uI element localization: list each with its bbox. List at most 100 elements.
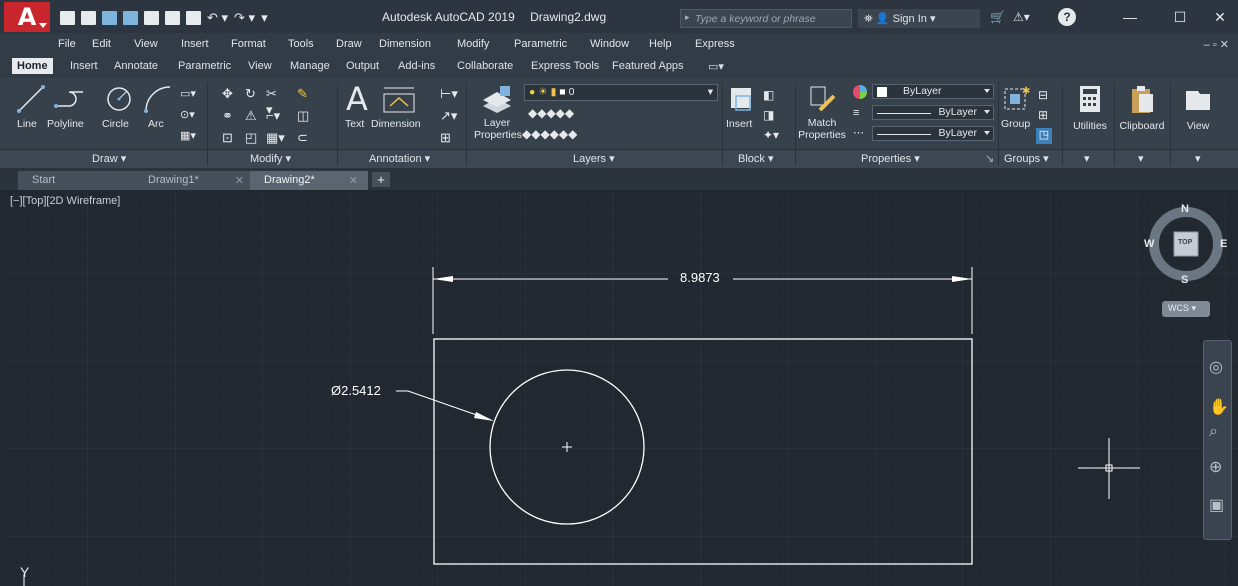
line-button[interactable]: Line bbox=[17, 118, 37, 130]
diameter-dimension[interactable] bbox=[396, 390, 494, 421]
rectangle-entity[interactable] bbox=[433, 338, 973, 565]
move-icon[interactable]: ✥ bbox=[222, 86, 235, 101]
search-input[interactable]: Type a keyword or phrase bbox=[680, 9, 852, 28]
close-icon[interactable]: ✕ bbox=[235, 174, 244, 187]
cart-icon[interactable]: 🛒 bbox=[990, 10, 1005, 24]
diameter-text[interactable]: Ø2.5412 bbox=[331, 383, 381, 398]
triangle-network-icon[interactable]: ⚠▾ bbox=[1013, 10, 1030, 24]
tab-annotate[interactable]: Annotate bbox=[114, 60, 158, 72]
new-file-icon[interactable] bbox=[60, 11, 75, 25]
layers-panel-title[interactable]: Layers ▾ bbox=[573, 152, 615, 165]
minimize-button[interactable]: — bbox=[1116, 6, 1144, 28]
viewcube-top-face[interactable]: TOP bbox=[1178, 239, 1192, 246]
offset-icon[interactable]: ⊂ bbox=[297, 130, 310, 145]
compass-east[interactable]: E bbox=[1220, 238, 1227, 250]
color-dropdown[interactable]: ByLayer bbox=[872, 84, 994, 99]
showmotion-icon[interactable]: ▣ bbox=[1209, 495, 1224, 515]
tab-parametric[interactable]: Parametric bbox=[178, 60, 231, 72]
drawing-canvas[interactable]: 8.9873 Ø2.5412 Y N S E W TOP WCS ▾ bbox=[4, 192, 1238, 586]
tab-home[interactable]: Home bbox=[12, 58, 53, 74]
arc-button[interactable]: Arc bbox=[148, 118, 164, 130]
menu-tools[interactable]: Tools bbox=[288, 38, 314, 50]
annotation-panel-title[interactable]: Annotation ▾ bbox=[369, 152, 430, 165]
trim-icon[interactable]: ✂▾ bbox=[266, 86, 279, 117]
mirror-icon[interactable]: ⚠ bbox=[245, 108, 258, 123]
lineweight-icon[interactable]: ≡ bbox=[853, 107, 866, 120]
color-wheel-icon[interactable] bbox=[852, 84, 868, 100]
menu-view[interactable]: View bbox=[134, 38, 158, 50]
compass-west[interactable]: W bbox=[1144, 238, 1154, 250]
polyline-button[interactable]: Polyline bbox=[47, 118, 84, 130]
match-properties-button[interactable]: Match Properties bbox=[797, 117, 847, 141]
text-button[interactable]: Text bbox=[345, 118, 364, 130]
file-tab-drawing2[interactable]: Drawing2* ✕ bbox=[250, 171, 368, 190]
tab-featured-apps[interactable]: Featured Apps bbox=[612, 60, 684, 72]
group-select-icon[interactable]: ◳ bbox=[1036, 128, 1052, 144]
menu-modify[interactable]: Modify bbox=[457, 38, 489, 50]
fillet-icon[interactable]: ⌐▾ bbox=[266, 108, 280, 123]
clipboard-panel-expand[interactable]: ▾ bbox=[1138, 152, 1144, 165]
tab-insert[interactable]: Insert bbox=[70, 60, 98, 72]
redo-icon[interactable]: ↷ ▾ bbox=[234, 10, 255, 26]
properties-panel-title[interactable]: Properties ▾ bbox=[861, 152, 920, 165]
utilities-button[interactable]: Utilities bbox=[1064, 83, 1116, 165]
dimension-button[interactable]: Dimension bbox=[371, 118, 421, 130]
tab-output[interactable]: Output bbox=[346, 60, 379, 72]
edit-block-icon[interactable]: ◨ bbox=[763, 108, 776, 122]
block-panel-title[interactable]: Block ▾ bbox=[738, 152, 773, 165]
zoom-extents-icon[interactable]: ⌕ bbox=[1209, 423, 1218, 441]
open-file-icon[interactable] bbox=[81, 11, 96, 25]
menu-parametric[interactable]: Parametric bbox=[514, 38, 567, 50]
lineweight-dropdown[interactable]: ByLayer bbox=[872, 126, 994, 141]
layer-tools-row-1[interactable]: ◆◆◆◆◆ bbox=[528, 106, 608, 120]
orbit-icon[interactable]: ⊕ bbox=[1209, 457, 1222, 477]
utilities-panel-expand[interactable]: ▾ bbox=[1084, 152, 1090, 165]
groups-panel-title[interactable]: Groups ▾ bbox=[1004, 152, 1049, 165]
table-icon[interactable]: ⊞ bbox=[440, 130, 453, 145]
tab-add-ins[interactable]: Add-ins bbox=[398, 60, 435, 72]
maximize-button[interactable]: ☐ bbox=[1166, 6, 1194, 28]
ribbon-minimize-icon[interactable]: ▭▾ bbox=[708, 60, 724, 73]
view-panel-expand[interactable]: ▾ bbox=[1195, 152, 1201, 165]
draw-panel-title[interactable]: Draw ▾ bbox=[92, 152, 126, 165]
close-button[interactable]: ✕ bbox=[1206, 6, 1234, 28]
explode-icon[interactable]: ◫ bbox=[297, 108, 310, 123]
insert-button[interactable]: Insert bbox=[726, 118, 752, 130]
stretch-icon[interactable]: ⊡ bbox=[222, 130, 235, 145]
linear-dim-icon[interactable]: ⊢▾ bbox=[440, 86, 458, 101]
sign-in-area[interactable]: ⛯ 👤 Sign In ▾ bbox=[858, 9, 980, 28]
undo-icon[interactable]: ↶ ▾ bbox=[207, 10, 228, 26]
save-as-icon[interactable] bbox=[123, 11, 138, 25]
erase-icon[interactable]: ✎ bbox=[297, 86, 310, 101]
viewport-controls[interactable]: [−][Top][2D Wireframe] bbox=[10, 195, 120, 207]
dimension-text[interactable]: 8.9873 bbox=[680, 270, 720, 285]
help-icon[interactable]: ? bbox=[1058, 8, 1076, 26]
menu-edit[interactable]: Edit bbox=[92, 38, 111, 50]
create-block-icon[interactable]: ◧ bbox=[763, 88, 776, 102]
group-button[interactable]: Group bbox=[1001, 118, 1030, 130]
new-tab-button[interactable]: + bbox=[372, 172, 390, 187]
save-icon[interactable] bbox=[102, 11, 117, 25]
menu-window[interactable]: Window bbox=[590, 38, 629, 50]
pan-icon[interactable]: ✋ bbox=[1209, 397, 1229, 417]
rectangle-icon[interactable]: ▭▾ bbox=[180, 87, 196, 100]
menu-help[interactable]: Help bbox=[649, 38, 672, 50]
file-tab-drawing1[interactable]: Drawing1* ✕ bbox=[134, 171, 254, 190]
layer-dropdown[interactable]: ● ☀ ▮ ■ 0 ▾ bbox=[524, 84, 718, 101]
menu-dimension[interactable]: Dimension bbox=[379, 38, 431, 50]
menu-insert[interactable]: Insert bbox=[181, 38, 209, 50]
tab-manage[interactable]: Manage bbox=[290, 60, 330, 72]
dialog-launcher-icon[interactable]: ↘ bbox=[985, 152, 994, 165]
array-icon[interactable]: ▦▾ bbox=[266, 130, 285, 145]
layer-properties-button[interactable]: Layer Properties bbox=[474, 117, 522, 141]
cloud-open-icon[interactable] bbox=[144, 11, 159, 25]
ellipse-icon[interactable]: ⊙▾ bbox=[180, 108, 195, 121]
steering-wheel-icon[interactable]: ◎ bbox=[1209, 357, 1223, 377]
tab-view[interactable]: View bbox=[248, 60, 272, 72]
ungroup-icon[interactable]: ⊟ bbox=[1038, 88, 1051, 102]
mdi-window-controls[interactable]: –▫✕ bbox=[1204, 38, 1232, 51]
file-tab-start[interactable]: Start bbox=[18, 171, 140, 190]
tab-express-tools[interactable]: Express Tools bbox=[531, 60, 599, 72]
scale-icon[interactable]: ◰ bbox=[245, 130, 258, 145]
compass-south[interactable]: S bbox=[1181, 274, 1188, 286]
